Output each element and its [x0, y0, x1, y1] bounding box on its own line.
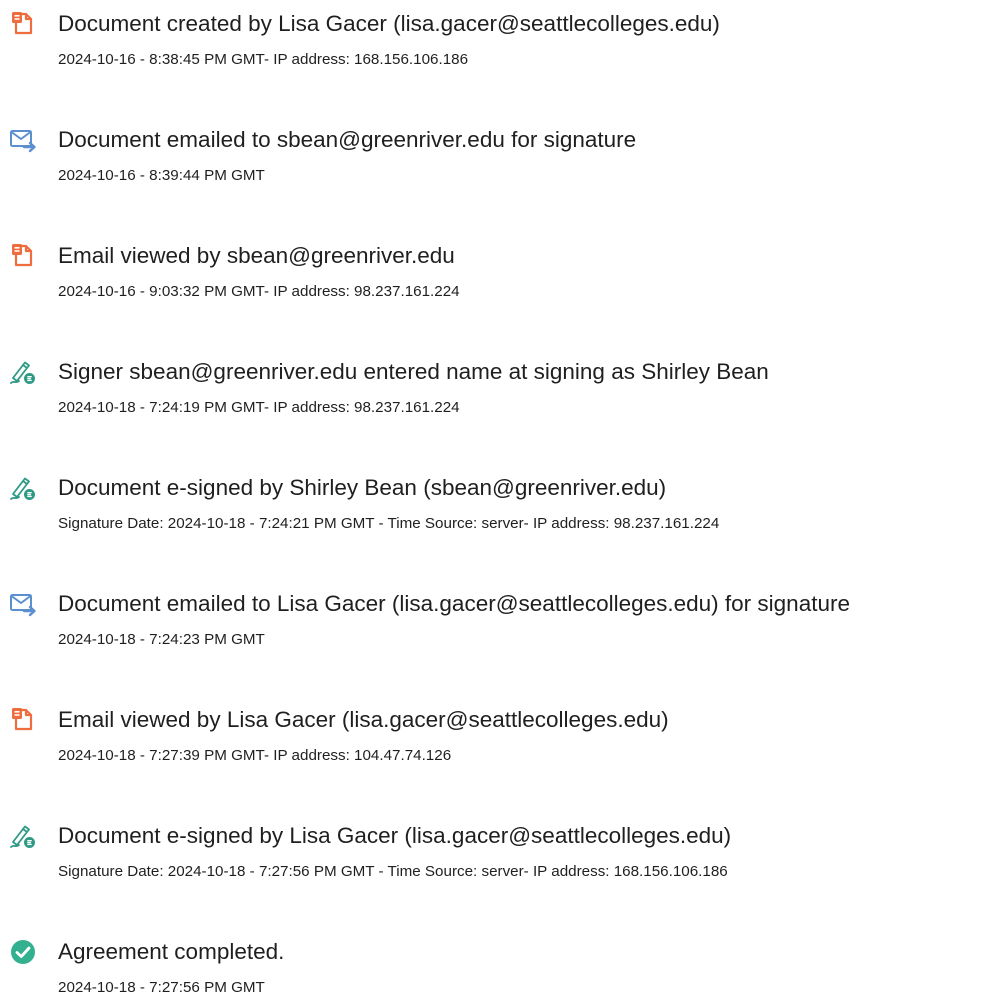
event-timestamp: Signature Date: 2024-10-18 - 7:24:21 PM … [58, 515, 720, 532]
pen-signature-icon [9, 474, 37, 502]
history-event: Document emailed to Lisa Gacer (lisa.gac… [0, 580, 999, 660]
email-sent-icon [9, 126, 37, 154]
event-title: Agreement completed. [58, 939, 285, 964]
event-title: Document emailed to Lisa Gacer (lisa.gac… [58, 591, 850, 616]
history-event: Document e-signed by Lisa Gacer (lisa.ga… [0, 812, 999, 892]
event-timestamp: 2024-10-18 - 7:24:23 PM GMT [58, 631, 265, 648]
event-timestamp: 2024-10-18 - 7:24:19 PM GMT- IP address:… [58, 399, 460, 416]
event-title: Signer sbean@greenriver.edu entered name… [58, 359, 769, 384]
event-timestamp: 2024-10-18 - 7:27:39 PM GMT- IP address:… [58, 747, 452, 764]
document-icon [9, 242, 37, 270]
event-title: Email viewed by Lisa Gacer (lisa.gacer@s… [58, 707, 669, 732]
event-timestamp: 2024-10-16 - 8:38:45 PM GMT- IP address:… [58, 51, 469, 68]
history-event: Email viewed by sbean@greenriver.edu 202… [0, 232, 999, 312]
event-timestamp: 2024-10-16 - 8:39:44 PM GMT [58, 167, 265, 184]
event-timestamp: 2024-10-16 - 9:03:32 PM GMT- IP address:… [58, 283, 460, 300]
document-icon [9, 10, 37, 38]
event-title: Document emailed to sbean@greenriver.edu… [58, 127, 637, 152]
pen-signature-icon [9, 358, 37, 386]
event-timestamp: Signature Date: 2024-10-18 - 7:27:56 PM … [58, 863, 728, 880]
document-icon [9, 706, 37, 734]
event-title: Email viewed by sbean@greenriver.edu [58, 243, 455, 268]
check-circle-icon [9, 938, 37, 966]
history-event: Agreement completed. 2024-10-18 - 7:27:5… [0, 928, 999, 1008]
history-event: Signer sbean@greenriver.edu entered name… [0, 348, 999, 428]
event-timestamp: 2024-10-18 - 7:27:56 PM GMT [58, 979, 265, 996]
pen-signature-icon [9, 822, 37, 850]
email-sent-icon [9, 590, 37, 618]
history-event: Document created by Lisa Gacer (lisa.gac… [0, 0, 999, 80]
history-event: Document emailed to sbean@greenriver.edu… [0, 116, 999, 196]
event-title: Document e-signed by Shirley Bean (sbean… [58, 475, 667, 500]
event-title: Document created by Lisa Gacer (lisa.gac… [58, 11, 720, 36]
history-event: Email viewed by Lisa Gacer (lisa.gacer@s… [0, 696, 999, 776]
history-event: Document e-signed by Shirley Bean (sbean… [0, 464, 999, 544]
event-title: Document e-signed by Lisa Gacer (lisa.ga… [58, 823, 732, 848]
